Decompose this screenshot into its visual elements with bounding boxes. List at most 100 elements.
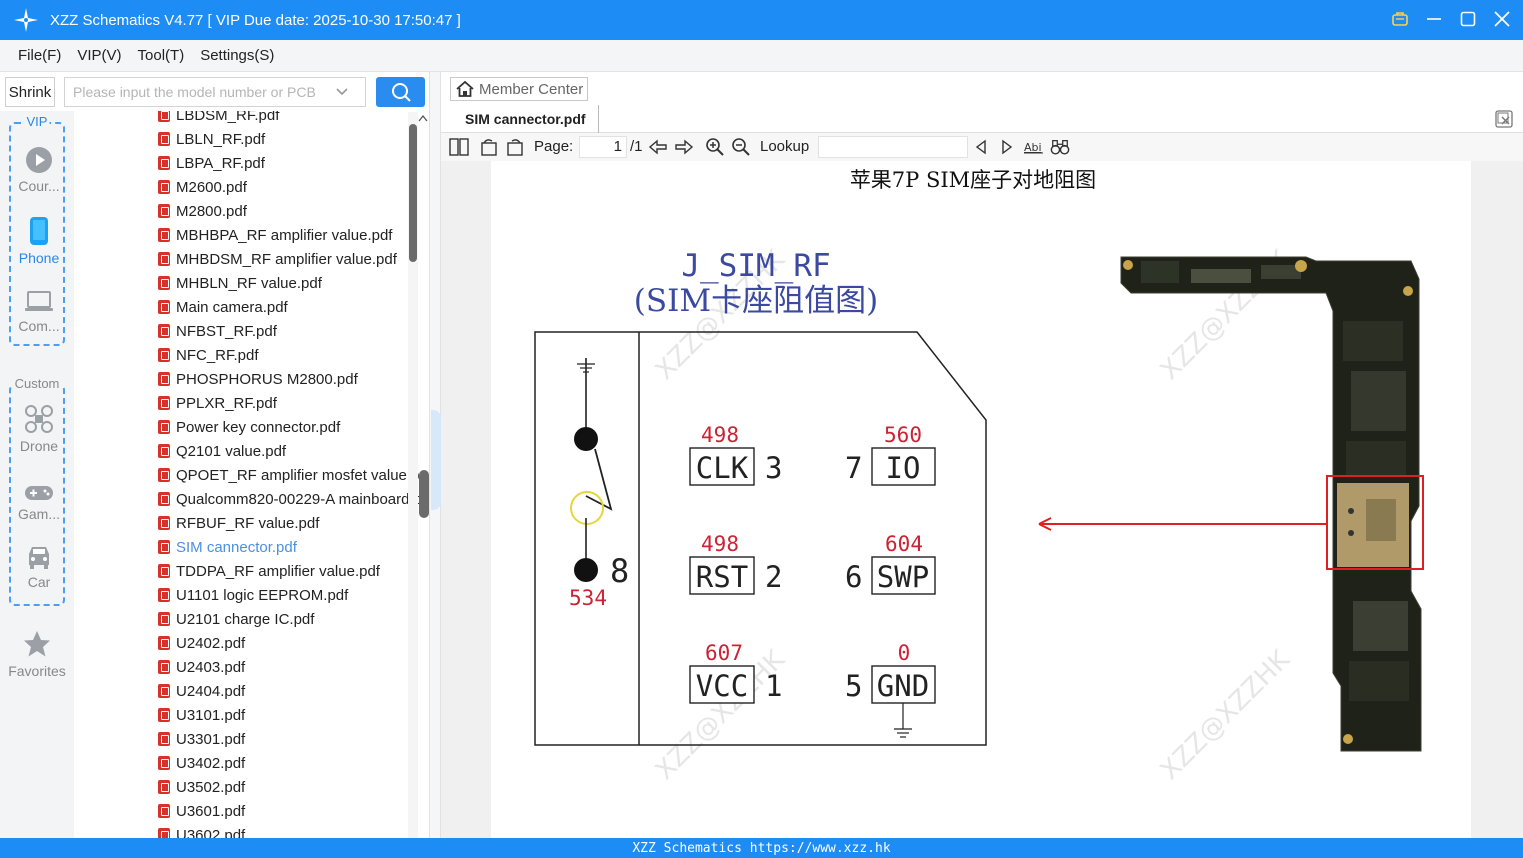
zoom-in-icon[interactable]	[705, 137, 725, 157]
rotate-right-icon[interactable]	[505, 137, 525, 157]
minimize-icon[interactable]	[1423, 8, 1445, 30]
page-number-input[interactable]: 1	[579, 136, 627, 158]
file-name: LBPA_RF.pdf	[176, 154, 265, 172]
menu-settings[interactable]: Settings(S)	[200, 47, 274, 64]
file-name: U3601.pdf	[176, 802, 246, 820]
maximize-icon[interactable]	[1457, 8, 1479, 30]
file-name: U1101 logic EEPROM.pdf	[176, 586, 349, 604]
file-list-item[interactable]: Power key connector.pdf	[158, 415, 340, 439]
shrink-button[interactable]: Shrink	[5, 77, 55, 107]
panel-scroll-thumb[interactable]	[419, 470, 429, 518]
search-button[interactable]	[376, 77, 425, 107]
app-logo-icon	[12, 6, 40, 34]
category-rail: VIP Cour... Phone Com... Custom Drone Ga…	[0, 111, 74, 838]
home-icon	[456, 80, 474, 97]
close-icon[interactable]	[1491, 8, 1513, 30]
menu-bar: File(F) VIP(V) Tool(T) Settings(S)	[0, 40, 1523, 72]
file-list-item[interactable]: U3101.pdf	[158, 703, 245, 727]
file-list-item[interactable]: RFBUF_RF value.pdf	[158, 511, 319, 535]
file-list-item[interactable]: MHBDSM_RF amplifier value.pdf	[158, 247, 397, 271]
file-list-item[interactable]: LBLN_RF.pdf	[158, 127, 265, 151]
rail-item-favorites[interactable]: Favorites	[0, 629, 74, 679]
file-list-item[interactable]: LBDSM_RF.pdf	[158, 111, 279, 127]
rotate-left-icon[interactable]	[479, 137, 499, 157]
file-list-item[interactable]: Qualcomm820-00229-A mainboard.pdf	[158, 487, 419, 511]
document-viewer[interactable]: XZZ@XZZHK XZZ@XZZHK XZZ@XZZHK XZZ@XZZHK …	[441, 161, 1523, 838]
pdf-file-icon	[158, 372, 170, 386]
file-list-item[interactable]: U3601.pdf	[158, 799, 245, 823]
pdf-file-icon	[158, 111, 170, 122]
file-list-item[interactable]: M2800.pdf	[158, 199, 247, 223]
search-box	[64, 77, 366, 107]
file-list-item[interactable]: NFBST_RF.pdf	[158, 319, 277, 343]
pdf-file-icon	[158, 396, 170, 410]
vip-lock-icon[interactable]	[1389, 8, 1411, 30]
file-list-item[interactable]: MBHBPA_RF amplifier value.pdf	[158, 223, 392, 247]
collapse-handle[interactable]	[431, 410, 441, 510]
file-list-item[interactable]: QPOET_RF amplifier mosfet value.pdf	[158, 463, 419, 487]
file-list-item[interactable]: M2600.pdf	[158, 175, 247, 199]
search-input[interactable]	[73, 84, 333, 100]
file-list-item[interactable]: Main camera.pdf	[158, 295, 288, 319]
file-list-item[interactable]: U2101 charge IC.pdf	[158, 607, 314, 631]
match-case-icon[interactable]: Abi	[1024, 137, 1044, 157]
close-tab-icon[interactable]	[1495, 110, 1513, 128]
find-next-icon[interactable]	[997, 137, 1017, 157]
menu-vip[interactable]: VIP(V)	[77, 47, 121, 64]
file-list-item[interactable]: LBPA_RF.pdf	[158, 151, 265, 175]
file-list-item[interactable]: PHOSPHORUS M2800.pdf	[158, 367, 358, 391]
member-center-label: Member Center	[479, 80, 584, 98]
tab-sim-cannector[interactable]: SIM cannector.pdf	[453, 105, 599, 133]
rail-item-course[interactable]: Cour...	[11, 146, 67, 194]
menu-tool[interactable]: Tool(T)	[138, 47, 185, 64]
file-list-item[interactable]: U3402.pdf	[158, 751, 245, 775]
find-prev-icon[interactable]	[971, 137, 991, 157]
pdf-file-icon	[158, 180, 170, 194]
zoom-out-icon[interactable]	[731, 137, 751, 157]
file-list-item[interactable]: U1101 logic EEPROM.pdf	[158, 583, 348, 607]
file-list-item[interactable]: U3502.pdf	[158, 775, 245, 799]
rail-item-favorites-label: Favorites	[8, 663, 66, 679]
pin-name: CLK	[696, 451, 749, 485]
next-page-icon[interactable]	[674, 137, 694, 157]
rail-item-computer[interactable]: Com...	[11, 290, 67, 334]
file-list-item[interactable]: U2404.pdf	[158, 679, 245, 703]
document-heading: 苹果7P SIM座子对地阻图	[850, 168, 1096, 192]
page-total: /1	[630, 138, 643, 155]
lookup-label: Lookup	[760, 138, 810, 155]
pin-number: 5	[845, 669, 862, 703]
rail-item-phone[interactable]: Phone	[11, 216, 67, 266]
file-list-scroll-thumb[interactable]	[409, 124, 417, 262]
pin-value: 604	[885, 532, 923, 556]
menu-file[interactable]: File(F)	[18, 47, 61, 64]
file-list-item[interactable]: TDDPA_RF amplifier value.pdf	[158, 559, 380, 583]
pdf-page: XZZ@XZZHK XZZ@XZZHK XZZ@XZZHK XZZ@XZZHK …	[491, 161, 1471, 838]
pin-name: GND	[877, 669, 929, 703]
file-list-item[interactable]: PPLXR_RF.pdf	[158, 391, 277, 415]
member-center-button[interactable]: Member Center	[450, 77, 588, 101]
binoculars-icon[interactable]	[1050, 137, 1070, 157]
rail-item-game[interactable]: Gam...	[11, 484, 67, 522]
file-list-item[interactable]: Q2101 value.pdf	[158, 439, 286, 463]
pin-number: 7	[845, 451, 862, 485]
rail-item-car[interactable]: Car	[11, 544, 67, 590]
file-list-item[interactable]: U2402.pdf	[158, 631, 245, 655]
file-list-item[interactable]: NFC_RF.pdf	[158, 343, 259, 367]
file-name: U3502.pdf	[176, 778, 246, 796]
file-list-item[interactable]: SIM cannector.pdf	[158, 535, 297, 559]
status-text: XZZ Schematics https://www.xzz.hk	[632, 840, 891, 856]
scroll-up-icon[interactable]	[418, 114, 428, 122]
prev-page-icon[interactable]	[648, 137, 668, 157]
rail-item-drone[interactable]: Drone	[11, 404, 67, 454]
pin-value: 560	[884, 423, 922, 447]
chevron-down-icon[interactable]	[335, 87, 349, 97]
file-list-item[interactable]: U3301.pdf	[158, 727, 245, 751]
file-list-item[interactable]: MHBLN_RF value.pdf	[158, 271, 322, 295]
file-list-item[interactable]: U3602.pdf	[158, 823, 245, 838]
schematic-drawing: XZZ@XZZHK XZZ@XZZHK XZZ@XZZHK XZZ@XZZHK …	[534, 168, 1424, 786]
two-page-view-icon[interactable]	[449, 137, 469, 157]
play-icon	[26, 147, 52, 173]
lookup-input[interactable]	[818, 136, 968, 158]
file-list-item[interactable]: U2403.pdf	[158, 655, 245, 679]
pdf-file-icon	[158, 276, 170, 290]
